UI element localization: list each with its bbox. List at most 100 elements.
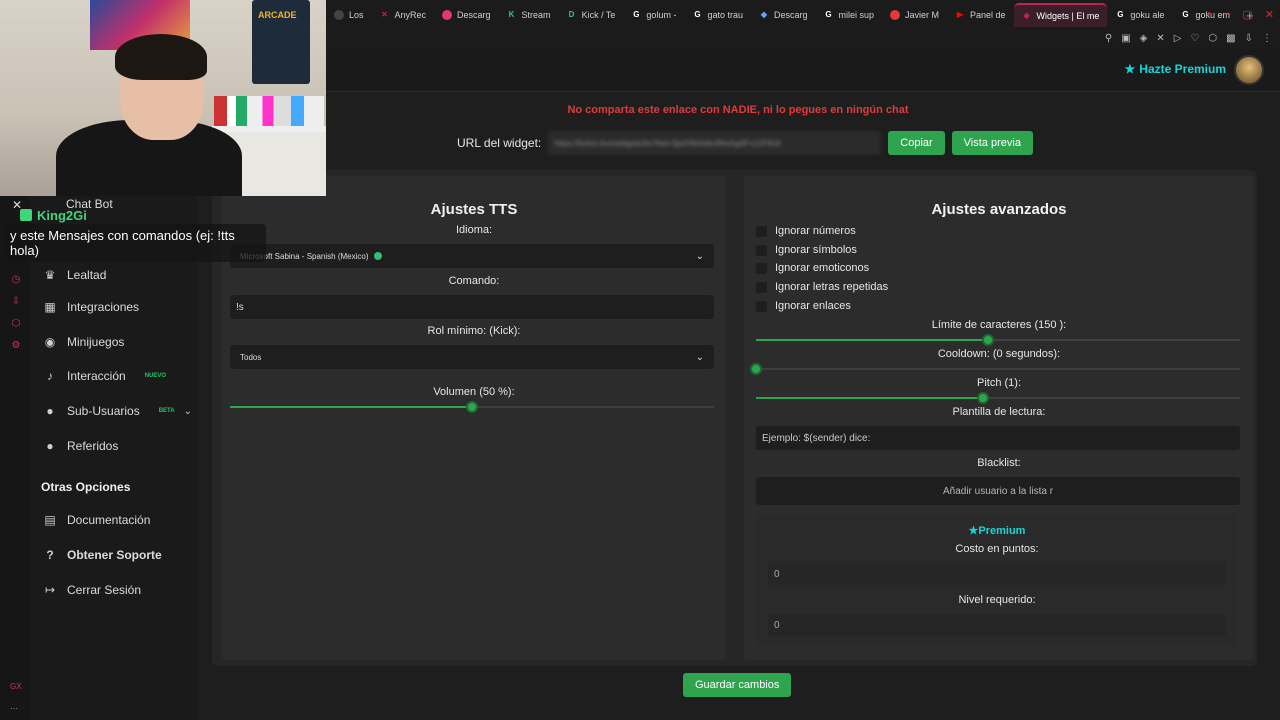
premium-button-label: Hazte Premium bbox=[1139, 62, 1226, 76]
checkbox-box[interactable] bbox=[756, 281, 767, 293]
slider-thumb[interactable] bbox=[977, 392, 990, 404]
browser-tab[interactable]: Gmilei sup bbox=[815, 3, 882, 27]
ignore-links-checkbox[interactable]: Ignorar enlaces bbox=[756, 300, 851, 312]
play-icon[interactable]: ▷ bbox=[1174, 33, 1182, 44]
extension-rail-icon[interactable]: ⬡ bbox=[10, 318, 22, 330]
browser-tab[interactable]: Los bbox=[326, 3, 372, 27]
save-button[interactable]: Guardar cambios bbox=[683, 673, 792, 697]
sidebar-item-cerrar-sesion[interactable]: ↦ Cerrar Sesión bbox=[42, 578, 192, 602]
sidebar-item-label: Obtener Soporte bbox=[67, 548, 162, 562]
sidebar-item-interaccion[interactable]: ♪ Interacción NUEVO bbox=[42, 364, 192, 388]
extensions-icon[interactable]: ⬡ bbox=[1208, 33, 1217, 44]
slider-fill bbox=[756, 339, 989, 341]
char-limit-slider[interactable] bbox=[756, 334, 1240, 346]
slider-thumb[interactable] bbox=[982, 334, 995, 346]
widget-url-field[interactable]: https://botrix.live/widgets/tts?bid=3ja2… bbox=[548, 131, 882, 155]
sidebar-item-documentacion[interactable]: ▤ Documentación bbox=[42, 508, 192, 532]
tab-favicon-icon: ◆ bbox=[1023, 11, 1030, 20]
preview-button[interactable]: Vista previa bbox=[951, 131, 1033, 155]
browser-tab[interactable]: Descarg bbox=[434, 3, 499, 27]
chevron-down-icon[interactable]: ⌄ bbox=[184, 406, 192, 417]
checkbox-box[interactable] bbox=[756, 225, 767, 237]
pin-icon[interactable]: ⚲ bbox=[1105, 33, 1112, 44]
tab-favicon-icon: G bbox=[633, 10, 640, 19]
browser-tab[interactable]: Ggoku ale bbox=[1107, 3, 1172, 27]
close-window-icon[interactable]: ✕ bbox=[1265, 8, 1274, 21]
premium-title: ★Premium bbox=[756, 524, 1238, 537]
checkbox-label: Ignorar letras repetidas bbox=[775, 281, 889, 293]
browser-tab[interactable]: ▶ Panel de bbox=[947, 3, 1014, 27]
ignore-emotes-checkbox[interactable]: Ignorar emoticonos bbox=[756, 262, 869, 274]
ignore-symbols-checkbox[interactable]: Ignorar símbolos bbox=[756, 244, 857, 256]
tab-favicon-icon: ◆ bbox=[760, 10, 768, 19]
sidebar-item-minijuegos[interactable]: ◉ Minijuegos bbox=[42, 330, 192, 354]
cooldown-slider[interactable] bbox=[750, 363, 1240, 375]
download-rail-icon[interactable]: ⇩ bbox=[10, 296, 22, 308]
checkbox-box[interactable] bbox=[756, 262, 767, 274]
ignore-numbers-checkbox[interactable]: Ignorar números bbox=[756, 225, 856, 237]
browser-tab[interactable]: ◆ Descarg bbox=[751, 3, 816, 27]
cost-input[interactable]: 0 bbox=[768, 563, 1226, 585]
tab-label: Javier M bbox=[905, 10, 940, 20]
sidebar-item-lealtad[interactable]: ♛ Lealtad bbox=[42, 263, 192, 287]
avatar[interactable] bbox=[1234, 55, 1264, 85]
browser-tab[interactable]: Ggato trau bbox=[684, 3, 751, 27]
more-icon[interactable]: ⋯ bbox=[10, 704, 18, 713]
premium-box: ★Premium Costo en puntos: 0 Nivel requer… bbox=[756, 514, 1238, 646]
music-icon: ♪ bbox=[47, 369, 53, 383]
heart-icon[interactable]: ♡ bbox=[1190, 33, 1199, 44]
browser-tab[interactable]: K Stream bbox=[499, 3, 559, 27]
browser-tab[interactable]: Javier M bbox=[882, 3, 947, 27]
premium-button[interactable]: ★ Hazte Premium bbox=[1125, 62, 1226, 76]
browser-tab[interactable]: D Kick / Te bbox=[559, 3, 624, 27]
ignore-repeated-letters-checkbox[interactable]: Ignorar letras repetidas bbox=[756, 281, 888, 293]
blacklist-input[interactable]: Añadir usuario a la lista r bbox=[756, 477, 1240, 505]
sidebar-item-referidos[interactable]: ● Referidos bbox=[42, 434, 192, 458]
level-input[interactable]: 0 bbox=[768, 614, 1226, 636]
tab-favicon-icon: K bbox=[508, 10, 515, 19]
sidebar-item-integraciones[interactable]: ▦ Integraciones bbox=[42, 295, 192, 319]
slider-thumb[interactable] bbox=[466, 401, 478, 413]
template-input[interactable]: Ejemplo: $(sender) dice: bbox=[756, 426, 1240, 450]
tab-favicon-icon: G bbox=[694, 10, 701, 19]
trophy-icon: ♛ bbox=[44, 268, 56, 282]
crop-icon[interactable]: ▣ bbox=[1121, 33, 1130, 44]
slider-thumb[interactable] bbox=[750, 363, 762, 375]
role-value: Todos bbox=[240, 352, 262, 362]
language-select[interactable]: Microsoft Sabina - Spanish (Mexico) ⌄ bbox=[230, 244, 714, 268]
cooldown-label: Cooldown: (0 segundos): bbox=[937, 348, 1061, 360]
role-select[interactable]: Todos ⌄ bbox=[230, 345, 714, 369]
volume-slider[interactable] bbox=[230, 401, 714, 413]
star-icon: ★ bbox=[1124, 62, 1136, 76]
sidebar-item-soporte[interactable]: ? Obtener Soporte bbox=[42, 543, 192, 567]
browser-tab[interactable]: ✕ AnyRec bbox=[372, 3, 435, 27]
gx-logo-icon[interactable]: GX bbox=[10, 682, 22, 691]
beta-badge: BETA bbox=[158, 408, 175, 414]
search-tabs-icon[interactable]: ⌕ bbox=[1206, 8, 1212, 21]
command-input[interactable]: !s bbox=[230, 295, 714, 319]
history-icon[interactable]: ◷ bbox=[10, 274, 22, 286]
logout-icon: ↦ bbox=[44, 583, 56, 597]
tts-title: Ajustes TTS bbox=[430, 201, 518, 218]
copy-button[interactable]: Copiar bbox=[888, 131, 945, 155]
tab-favicon-icon: ▶ bbox=[956, 10, 964, 19]
download-icon[interactable]: ⇩ bbox=[1245, 33, 1253, 44]
chat-username: King2Gi bbox=[20, 206, 87, 224]
close-small-icon[interactable]: ✕ bbox=[1156, 33, 1164, 44]
shield-icon[interactable]: ◈ bbox=[1140, 33, 1148, 44]
tab-label: gato trau bbox=[707, 10, 743, 20]
settings-icon[interactable]: ⚙ bbox=[10, 340, 22, 352]
checkbox-box[interactable] bbox=[756, 300, 767, 312]
browser-tab[interactable]: ◆ Widgets | El me bbox=[1013, 3, 1108, 27]
browser-tab[interactable]: Ggolum - bbox=[623, 3, 684, 27]
tab-label: Descarg bbox=[773, 10, 808, 20]
checkbox-box[interactable] bbox=[756, 244, 767, 256]
sidebar-item-sub-usuarios[interactable]: ● Sub-Usuarios BETA ⌄ bbox=[42, 399, 192, 423]
minimize-icon[interactable]: – bbox=[1224, 8, 1230, 21]
profile-icon[interactable]: ▩ bbox=[1226, 33, 1235, 44]
tab-label: Kick / Te bbox=[581, 10, 616, 20]
template-label: Plantilla de lectura: bbox=[952, 406, 1046, 418]
menu-icon[interactable]: ⋮ bbox=[1262, 33, 1272, 44]
pitch-slider[interactable] bbox=[756, 392, 1240, 404]
maximize-icon[interactable]: ▢ bbox=[1242, 8, 1252, 21]
